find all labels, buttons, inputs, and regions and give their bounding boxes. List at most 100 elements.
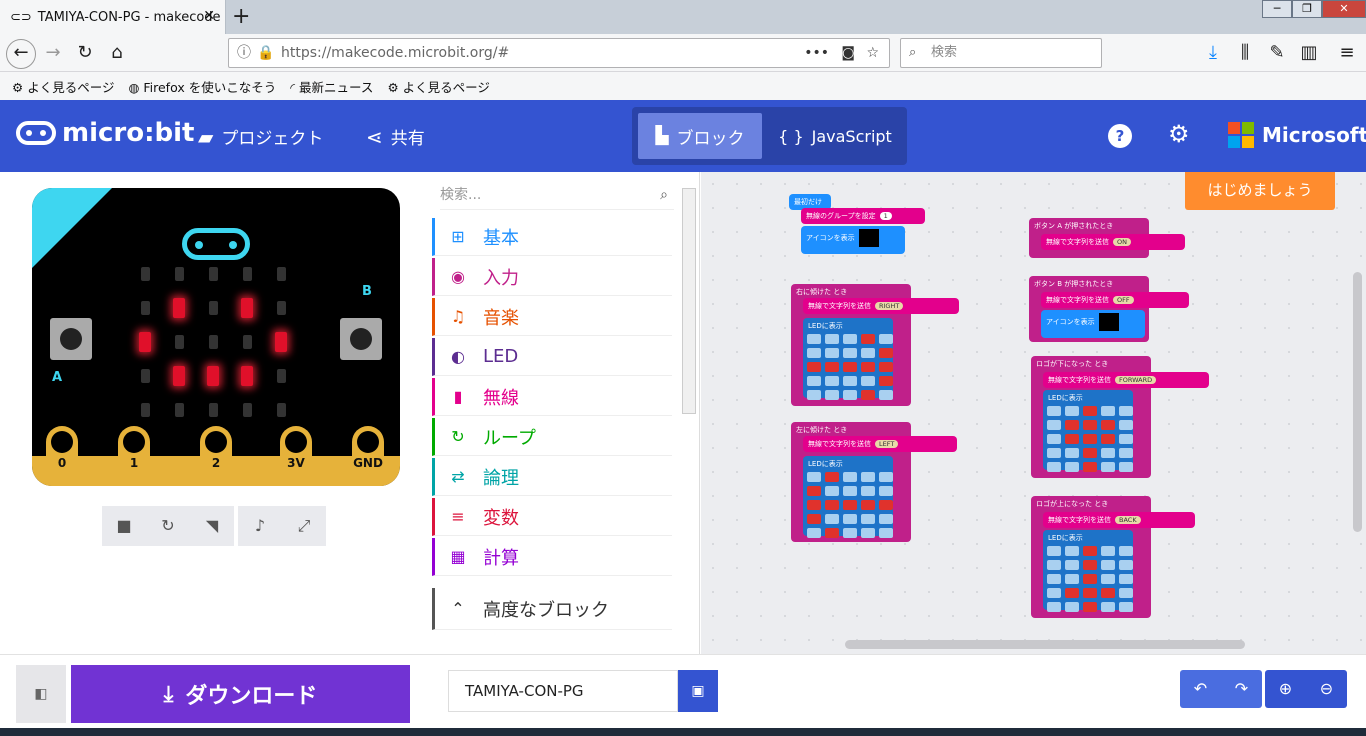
button-a[interactable] <box>50 318 92 360</box>
redo-button[interactable]: ↷ <box>1221 670 1262 708</box>
maximize-button[interactable]: ❐ <box>1292 0 1322 18</box>
category-item[interactable]: ⊞ 基本 <box>432 218 672 256</box>
zoom-out-button[interactable]: ⊖ <box>1306 670 1347 708</box>
category-item[interactable]: ≡ 変数 <box>432 498 672 536</box>
microbit-logo[interactable]: micro:bit <box>16 118 194 148</box>
zoom-in-icon: ⊕ <box>1278 679 1293 698</box>
simulator-controls: ■ ↻ ◥ ♪ ⤢ <box>102 506 326 546</box>
collapse-simulator-button[interactable]: ◧ <box>16 665 66 723</box>
bookmark-item[interactable]: ◜ 最新ニュース <box>290 77 373 96</box>
category-item[interactable]: ▮ 無線 <box>432 378 672 416</box>
rss-icon: ◜ <box>290 79 296 95</box>
led-grid[interactable] <box>1047 406 1133 472</box>
library-icon[interactable]: ⫼ <box>1232 42 1258 66</box>
reload-icon[interactable]: ↻ <box>72 42 98 66</box>
browser-search-placeholder: 検索 <box>931 45 958 60</box>
download-icon: ⤓ <box>163 681 174 707</box>
braces-icon: { } <box>778 126 804 146</box>
send-string-forward-block[interactable]: 無線で文字列を送信 FORWARD <box>1043 372 1209 388</box>
show-icon-block[interactable]: アイコンを表示 <box>801 226 905 254</box>
browser-tab[interactable]: ⊂⊃ TAMIYA-CON-PG - makecode ✕ <box>0 0 226 34</box>
category-label: 変数 <box>483 507 519 529</box>
browser-search-input[interactable]: ⌕ 検索 <box>900 38 1102 68</box>
bookmark-item[interactable]: ⚙ よく見るページ <box>387 77 489 96</box>
bookmarks-bar: ⚙ よく見るページ ◍ Firefox を使いこなそう ◜ 最新ニュース ⚙ よ… <box>0 72 1366 100</box>
led-on <box>173 298 185 318</box>
workspace-h-scrollbar[interactable] <box>845 640 1245 649</box>
stop-icon[interactable]: ■ <box>102 506 146 546</box>
workspace-v-scrollbar[interactable] <box>1353 272 1362 532</box>
forward-icon[interactable]: → <box>40 42 66 66</box>
download-button[interactable]: ⤓ ダウンロード <box>71 665 410 723</box>
blocks-workspace[interactable]: はじめましょう 最初だけ 無線のグループを設定 1 アイコンを表示 右に傾けた と… <box>701 172 1366 654</box>
menu-icon[interactable]: ≡ <box>1334 42 1360 66</box>
pocket-icon[interactable]: ◙ <box>841 39 855 67</box>
toolbox-scrollbar[interactable] <box>682 188 696 414</box>
share-button[interactable]: ⋖ 共有 <box>366 124 425 150</box>
fullscreen-icon[interactable]: ⤢ <box>282 506 326 546</box>
pin-gnd[interactable]: GND <box>352 426 384 486</box>
pin-1[interactable]: 1 <box>118 426 150 486</box>
microsoft-logo[interactable]: Microsoft <box>1228 122 1366 148</box>
back-icon[interactable]: ← <box>6 39 36 69</box>
tab-close-icon[interactable]: ✕ <box>203 8 215 24</box>
restart-icon[interactable]: ↻ <box>146 506 190 546</box>
send-string-right-block[interactable]: 無線で文字列を送信 RIGHT <box>803 298 959 314</box>
download-icon[interactable]: ⤓ <box>1200 42 1226 66</box>
projects-button[interactable]: ▰ プロジェクト <box>198 124 323 150</box>
bookmark-item[interactable]: ⚙ よく見るページ <box>12 77 114 96</box>
info-icon[interactable]: ⓘ <box>237 39 251 67</box>
bookmark-star-icon[interactable]: ☆ <box>866 39 879 67</box>
getting-started-button[interactable]: はじめましょう <box>1185 172 1335 210</box>
pin-0[interactable]: 0 <box>46 426 78 486</box>
led-on <box>173 366 185 386</box>
category-item[interactable]: ◐ LED <box>432 338 672 376</box>
led-grid[interactable] <box>1047 546 1133 612</box>
led-off <box>140 369 150 383</box>
set-group-block[interactable]: 無線のグループを設定 1 <box>801 208 925 224</box>
microbit-board: A B 0 1 2 3V GND <box>32 188 400 486</box>
javascript-tab[interactable]: { } JavaScript <box>770 113 900 159</box>
send-string-back-block[interactable]: 無線で文字列を送信 BACK <box>1043 512 1195 528</box>
category-item[interactable]: ▦ 計算 <box>432 538 672 576</box>
logo-text: micro:bit <box>62 118 195 148</box>
page-actions-icon[interactable]: ••• <box>804 39 829 67</box>
pin-3v[interactable]: 3V <box>280 426 312 486</box>
bookmark-item[interactable]: ◍ Firefox を使いこなそう <box>128 77 276 96</box>
category-icon: ⇄ <box>451 467 465 486</box>
new-tab-button[interactable]: + <box>232 4 250 29</box>
zoom-in-button[interactable]: ⊕ <box>1265 670 1306 708</box>
blocks-tab[interactable]: ▙ ブロック <box>638 113 762 159</box>
save-button[interactable]: ▣ <box>678 670 718 712</box>
slowmo-icon[interactable]: ◥ <box>190 506 234 546</box>
pin-2[interactable]: 2 <box>200 426 232 486</box>
led-off <box>276 267 286 281</box>
window-close-button[interactable]: ✕ <box>1322 0 1366 18</box>
settings-icon[interactable]: ⚙ <box>1168 120 1190 148</box>
category-item[interactable]: ♫ 音楽 <box>432 298 672 336</box>
send-string-on-block[interactable]: 無線で文字列を送信 ON <box>1041 234 1185 250</box>
sidebar-icon[interactable]: ▥ <box>1296 42 1322 66</box>
category-item[interactable]: ◉ 入力 <box>432 258 672 296</box>
led-grid[interactable] <box>807 334 893 400</box>
undo-button[interactable]: ↶ <box>1180 670 1221 708</box>
led-off <box>242 335 252 349</box>
button-b[interactable] <box>340 318 382 360</box>
evernote-icon[interactable]: ✎ <box>1264 42 1290 66</box>
category-item[interactable]: ↻ ループ <box>432 418 672 456</box>
show-icon-block[interactable]: アイコンを表示 <box>1041 310 1145 338</box>
project-name-input[interactable]: TAMIYA-CON-PG <box>448 670 678 712</box>
advanced-blocks-toggle[interactable]: ⌃ 高度なブロック <box>432 588 672 630</box>
send-string-left-block[interactable]: 無線で文字列を送信 LEFT <box>803 436 957 452</box>
url-bar[interactable]: ⓘ 🔒 https://makecode.microbit.org/# ••• … <box>228 38 890 68</box>
category-item[interactable]: ⇄ 論理 <box>432 458 672 496</box>
home-icon[interactable]: ⌂ <box>104 42 130 66</box>
led-grid[interactable] <box>807 472 893 538</box>
minimize-button[interactable]: ─ <box>1262 0 1292 18</box>
mute-icon[interactable]: ♪ <box>238 506 282 546</box>
send-string-off-block[interactable]: 無線で文字列を送信 OFF <box>1041 292 1189 308</box>
toolbox-search-input[interactable]: 検索... ⌕ <box>440 180 674 210</box>
led-off <box>208 301 218 315</box>
help-icon[interactable]: ? <box>1108 124 1132 148</box>
button-a-label: A <box>52 370 63 385</box>
